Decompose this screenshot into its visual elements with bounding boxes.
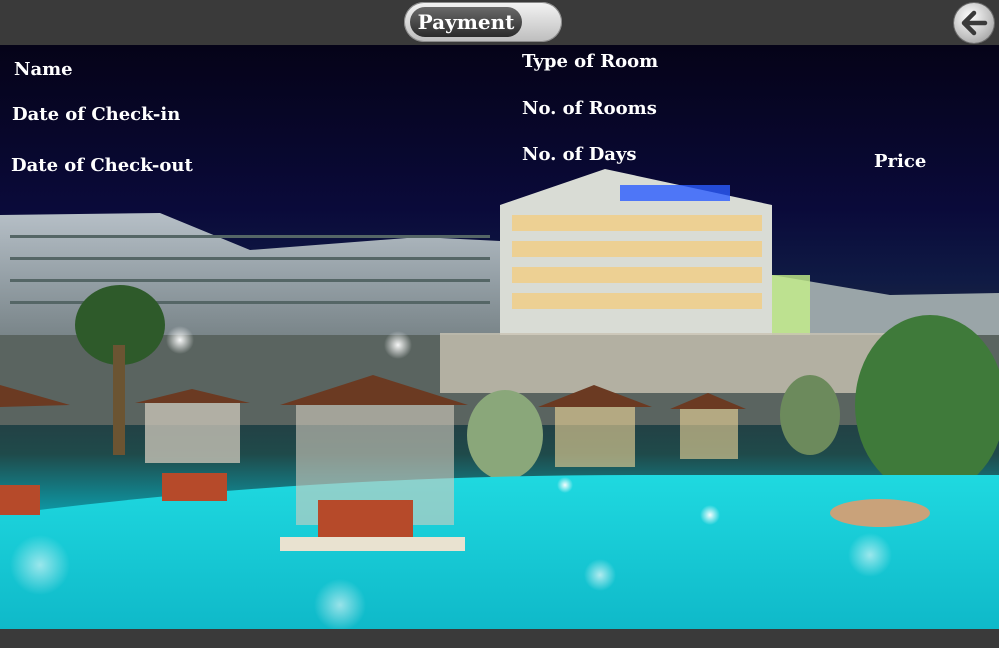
header-bar: Payment [0, 0, 999, 45]
bottom-bar [0, 629, 999, 648]
hotel-background-image: Name Date of Check-in Date of Check-out … [0, 45, 999, 629]
room-type-label: Type of Room [522, 51, 659, 72]
price-label: Price [874, 151, 927, 172]
title-pill: Payment [404, 2, 562, 42]
name-label: Name [14, 59, 73, 80]
checkout-date-label: Date of Check-out [11, 155, 193, 176]
hotel-night-scene [0, 169, 999, 629]
day-count-label: No. of Days [522, 144, 637, 165]
checkin-date-label: Date of Check-in [12, 104, 181, 125]
room-count-label: No. of Rooms [522, 98, 657, 119]
back-button[interactable] [954, 3, 994, 43]
page-title: Payment [410, 7, 522, 37]
arrow-left-icon [961, 10, 988, 36]
